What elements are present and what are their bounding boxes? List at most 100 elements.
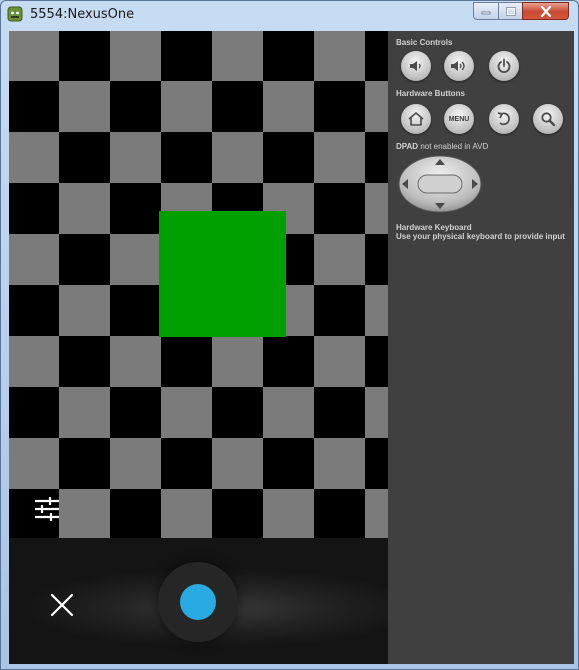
checker-square	[161, 31, 212, 81]
keyboard-sub-label: Use your physical keyboard to provide in…	[396, 232, 565, 241]
close-button[interactable]	[522, 2, 569, 20]
checker-square	[59, 285, 110, 336]
camera-control-bar	[9, 538, 388, 664]
checker-square	[161, 387, 212, 438]
checker-square	[314, 234, 365, 285]
sliders-icon[interactable]	[33, 495, 61, 523]
checker-square	[59, 183, 110, 234]
checker-square	[263, 489, 314, 540]
search-button[interactable]	[533, 104, 563, 134]
emulator-window: 5554:NexusOne Basic Controls Hardware Bu…	[0, 0, 579, 670]
checker-square	[59, 489, 110, 540]
checker-square	[110, 132, 161, 183]
checker-square	[110, 234, 161, 285]
checker-square	[365, 31, 388, 81]
checker-square	[110, 438, 161, 489]
minimize-icon	[481, 11, 491, 15]
checker-square	[263, 438, 314, 489]
checker-square	[59, 438, 110, 489]
checker-square	[9, 31, 59, 81]
checker-square	[161, 132, 212, 183]
title-bar[interactable]: 5554:NexusOne	[1, 1, 578, 29]
shutter-button[interactable]	[158, 562, 238, 642]
menu-label: MENU	[448, 115, 470, 123]
checker-square	[365, 81, 388, 132]
checker-square	[263, 31, 314, 81]
checker-square	[365, 285, 388, 336]
checker-square	[110, 31, 161, 81]
home-icon	[408, 112, 424, 126]
checker-square	[314, 336, 365, 387]
checker-square	[314, 183, 365, 234]
menu-button[interactable]: MENU	[444, 104, 474, 134]
shutter-icon	[180, 584, 216, 620]
checker-square	[9, 81, 59, 132]
checker-square	[314, 81, 365, 132]
checker-square	[59, 234, 110, 285]
checker-square	[212, 489, 263, 540]
checker-square	[365, 489, 388, 540]
checker-square	[9, 336, 59, 387]
dpad-label: DPAD not enabled in AVD	[396, 142, 488, 152]
dpad-title: DPAD	[396, 142, 419, 151]
emulator-client-area: Basic Controls Hardware Buttons MENU DPA…	[9, 31, 574, 664]
checker-square	[314, 438, 365, 489]
home-button[interactable]	[401, 104, 431, 134]
checker-square	[9, 183, 59, 234]
checker-square	[314, 489, 365, 540]
checker-square	[9, 285, 59, 336]
back-button[interactable]	[489, 104, 519, 134]
android-icon	[7, 6, 23, 22]
green-square	[159, 211, 286, 337]
basic-controls-label: Basic Controls	[396, 38, 453, 47]
checker-square	[314, 31, 365, 81]
checker-square	[365, 183, 388, 234]
checker-square	[59, 132, 110, 183]
checker-square	[9, 132, 59, 183]
checker-square	[365, 438, 388, 489]
volume-down-button[interactable]	[401, 51, 431, 81]
close-icon[interactable]	[45, 588, 79, 622]
volume-down-icon	[410, 61, 421, 71]
checker-square	[212, 31, 263, 81]
search-icon	[541, 112, 556, 127]
checker-square	[59, 336, 110, 387]
checker-square	[212, 438, 263, 489]
checker-square	[110, 285, 161, 336]
checker-square	[263, 387, 314, 438]
checker-square	[314, 132, 365, 183]
checker-square	[161, 438, 212, 489]
checker-square	[161, 489, 212, 540]
checker-square	[365, 387, 388, 438]
device-screen[interactable]	[9, 31, 388, 664]
checker-square	[9, 438, 59, 489]
minimize-button[interactable]	[473, 2, 499, 20]
checker-square	[9, 387, 59, 438]
maximize-button[interactable]	[498, 2, 523, 20]
emulator-controls-panel: Basic Controls Hardware Buttons MENU DPA…	[388, 31, 574, 664]
hardware-buttons-label: Hardware Buttons	[396, 89, 465, 98]
power-button[interactable]	[489, 51, 519, 81]
power-icon	[497, 58, 511, 73]
volume-up-button[interactable]	[444, 51, 474, 81]
volume-up-icon	[451, 61, 465, 71]
checker-square	[161, 336, 212, 387]
checker-square	[110, 336, 161, 387]
checker-square	[365, 234, 388, 285]
window-title: 5554:NexusOne	[30, 7, 135, 22]
checker-square	[212, 336, 263, 387]
checker-square	[59, 387, 110, 438]
checker-square	[314, 285, 365, 336]
checker-square	[365, 336, 388, 387]
dpad-control[interactable]	[398, 155, 482, 213]
checker-square	[110, 183, 161, 234]
checker-square	[110, 489, 161, 540]
maximize-icon	[505, 6, 516, 16]
checker-square	[9, 234, 59, 285]
checker-square	[212, 132, 263, 183]
back-icon	[497, 112, 510, 126]
checker-square	[365, 132, 388, 183]
checker-square	[263, 132, 314, 183]
checker-square	[212, 81, 263, 132]
checker-square	[263, 336, 314, 387]
